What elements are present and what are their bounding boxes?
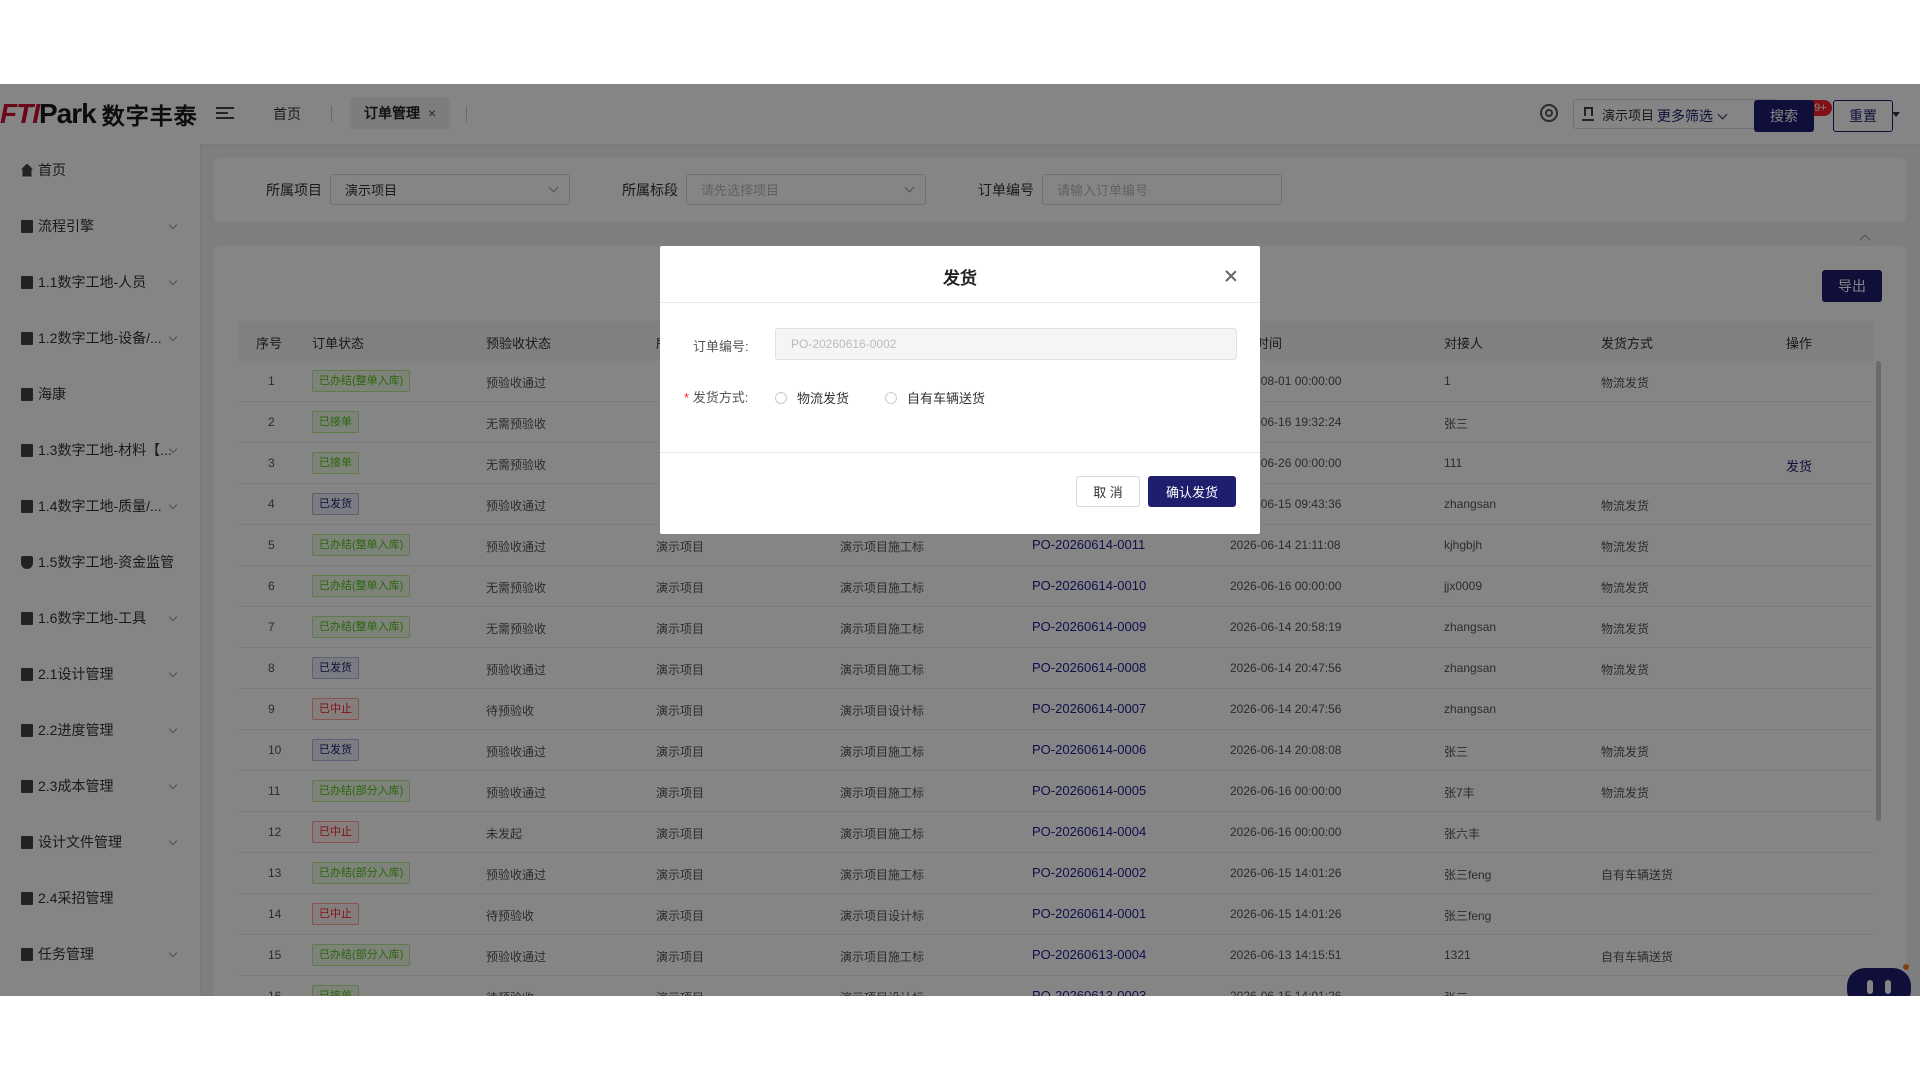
radio-circle [775,391,787,404]
modal-overlay[interactable] [0,84,1920,996]
radio-circle [885,391,897,404]
ship-dialog: 发货 订单编号: PO-20260616-0002 * 发货方式: 物流发货 自… [660,246,1260,534]
required-mark: * [684,390,690,405]
app-window: FTIPark数字丰泰 首页 订单管理 × 演示项目 99+ 贾1 首页流程引擎… [0,84,1920,996]
dialog-header: 发货 [660,246,1260,303]
radio-logistics[interactable]: 物流发货 [775,388,849,407]
dialog-title: 发货 [943,269,977,288]
radio-own-vehicle[interactable]: 自有车辆送货 [885,388,985,407]
order-number-label: 订单编号: [693,339,749,354]
cancel-button[interactable]: 取 消 [1076,476,1140,507]
ship-method-text: 发货方式: [692,390,749,405]
radio-own-vehicle-label: 自有车辆送货 [907,391,986,406]
confirm-ship-button[interactable]: 确认发货 [1148,476,1236,507]
dialog-footer-divider [660,452,1260,453]
order-number-field: PO-20260616-0002 [775,328,1237,360]
radio-logistics-label: 物流发货 [797,391,850,406]
ship-method-label: * 发货方式: [684,387,748,406]
close-icon[interactable] [1225,270,1237,282]
order-number-value: PO-20260616-0002 [791,337,897,351]
